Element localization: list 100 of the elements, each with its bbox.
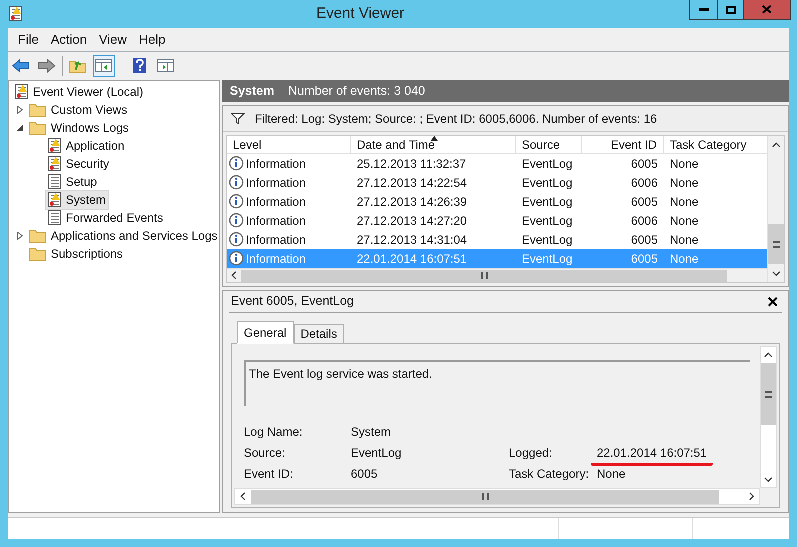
field-value: EventLog [351, 444, 402, 462]
field-label: Log Name: [244, 424, 304, 440]
menu-item[interactable]: View [95, 30, 132, 50]
table-cell: 27.12.2013 14:22:54 [357, 176, 468, 190]
table-cell: EventLog [522, 194, 573, 208]
scroll-left-icon[interactable] [238, 492, 248, 501]
column-header[interactable]: Level [227, 136, 351, 153]
table-cell: 6005 [631, 252, 658, 266]
tree-item[interactable]: System [46, 191, 108, 209]
event-count: Number of events: 3 040 [288, 82, 426, 100]
log-alert-icon [9, 6, 23, 22]
table-cell: None [670, 156, 699, 170]
table-row[interactable]: Information 27.12.2013 14:26:39 EventLog 6005 None [227, 192, 767, 211]
info-icon [229, 213, 244, 228]
vertical-scrollbar[interactable] [760, 346, 777, 488]
tree-item[interactable]: Security [46, 155, 112, 173]
column-header[interactable]: Date and Time [351, 136, 516, 153]
table-cell: 6005 [631, 156, 658, 170]
table-cell: EventLog [522, 214, 573, 228]
table-cell: 22.01.2014 16:07:51 [357, 252, 468, 266]
table-cell: EventLog [522, 252, 573, 266]
folder-icon [29, 120, 47, 136]
close-icon [768, 296, 778, 306]
vertical-scrollbar[interactable] [767, 136, 784, 282]
info-icon [229, 251, 244, 266]
horizontal-scrollbar[interactable] [234, 488, 760, 505]
scroll-down-icon[interactable] [764, 474, 773, 484]
log-alert-icon [48, 156, 62, 172]
log-alert-icon [15, 84, 29, 100]
tree-item[interactable]: Windows Logs [27, 119, 132, 137]
table-cell: None [670, 214, 699, 228]
table-cell: None [670, 252, 699, 266]
collapse-caret-icon[interactable] [16, 124, 24, 132]
tree-item[interactable]: Custom Views [27, 101, 130, 119]
tree-item[interactable]: Applications and Services Logs [27, 227, 220, 245]
scrollbar-thumb[interactable] [761, 363, 776, 425]
grip-icon [480, 272, 488, 279]
tree-item[interactable]: Forwarded Events [46, 209, 166, 227]
expand-caret-icon[interactable] [16, 232, 24, 240]
tree-item[interactable]: Subscriptions [27, 245, 126, 263]
table-cell: None [670, 194, 699, 208]
scroll-up-icon[interactable] [764, 350, 773, 360]
scroll-right-icon[interactable] [746, 492, 756, 501]
column-header[interactable]: Source [516, 136, 582, 153]
table-row[interactable]: Information 25.12.2013 11:32:37 EventLog 6005 None [227, 154, 767, 173]
log-icon [48, 210, 62, 226]
table-cell-text: Information [246, 232, 306, 248]
table-row[interactable]: Information 27.12.2013 14:22:54 EventLog 6006 None [227, 173, 767, 192]
table-cell: EventLog [522, 156, 573, 170]
field-value: System [351, 424, 392, 440]
table-cell: 27.12.2013 14:31:04 [357, 232, 468, 246]
scrollbar-thumb[interactable] [241, 270, 727, 282]
info-icon [229, 232, 244, 247]
close-button[interactable] [744, 0, 790, 19]
table-cell-text: Information [246, 174, 306, 192]
field-label: Event ID: [244, 466, 294, 482]
table-cell: 6006 [631, 214, 658, 228]
table-cell: 27.12.2013 14:27:20 [357, 214, 468, 228]
table-cell-text: Information [246, 212, 306, 230]
grip-icon [482, 493, 488, 500]
table-cell: None [670, 176, 699, 190]
scrollbar-thumb[interactable] [768, 224, 784, 264]
toolbar-button[interactable] [93, 55, 115, 77]
tree-item[interactable]: Event Viewer (Local) [13, 83, 146, 101]
folder-icon [29, 246, 47, 262]
maximize-icon [726, 6, 736, 14]
scroll-down-icon[interactable] [772, 268, 780, 278]
table-row[interactable]: Information 27.12.2013 14:27:20 EventLog 6006 None [227, 211, 767, 230]
pane-icon [157, 59, 175, 73]
table-cell: 6005 [631, 194, 658, 208]
menu-item[interactable]: Action [46, 30, 92, 50]
log-title: System [230, 82, 274, 100]
pane-icon [95, 59, 113, 73]
field-label: Logged: [509, 444, 554, 462]
horizontal-scrollbar[interactable] [227, 268, 767, 282]
scroll-up-icon[interactable] [772, 140, 780, 150]
scrollbar-thumb[interactable] [251, 490, 719, 504]
forward-arrow-icon [38, 59, 56, 73]
close-details-button[interactable] [766, 294, 780, 308]
tree-item[interactable]: Setup [46, 173, 100, 191]
table-cell-text: Information [246, 250, 306, 268]
grip-icon [772, 240, 780, 248]
table-row[interactable]: Information 27.12.2013 14:31:04 EventLog 6005 None [227, 230, 767, 249]
folder-icon [29, 102, 47, 118]
log-alert-icon [48, 192, 62, 208]
tab[interactable]: General [237, 321, 294, 344]
table-cell: 25.12.2013 11:32:37 [357, 156, 466, 170]
expand-caret-icon[interactable] [16, 106, 24, 114]
column-header[interactable]: Event ID [582, 136, 664, 153]
folder-icon [29, 228, 47, 244]
filter-text: Filtered: Log: System; Source: ; Event ID: 6005,6006. Number of events: 16 [255, 110, 658, 128]
tab[interactable]: Details [294, 324, 344, 344]
menu-item[interactable]: Help [135, 30, 170, 50]
event-title: Event 6005, EventLog [231, 293, 354, 310]
table-cell: None [670, 232, 699, 246]
tree-item[interactable]: Application [46, 137, 127, 155]
scroll-left-icon[interactable] [230, 271, 238, 280]
menu-item[interactable]: File [14, 30, 43, 50]
field-label: Task Category: [509, 466, 590, 482]
table-cell: 27.12.2013 14:26:39 [357, 194, 468, 208]
